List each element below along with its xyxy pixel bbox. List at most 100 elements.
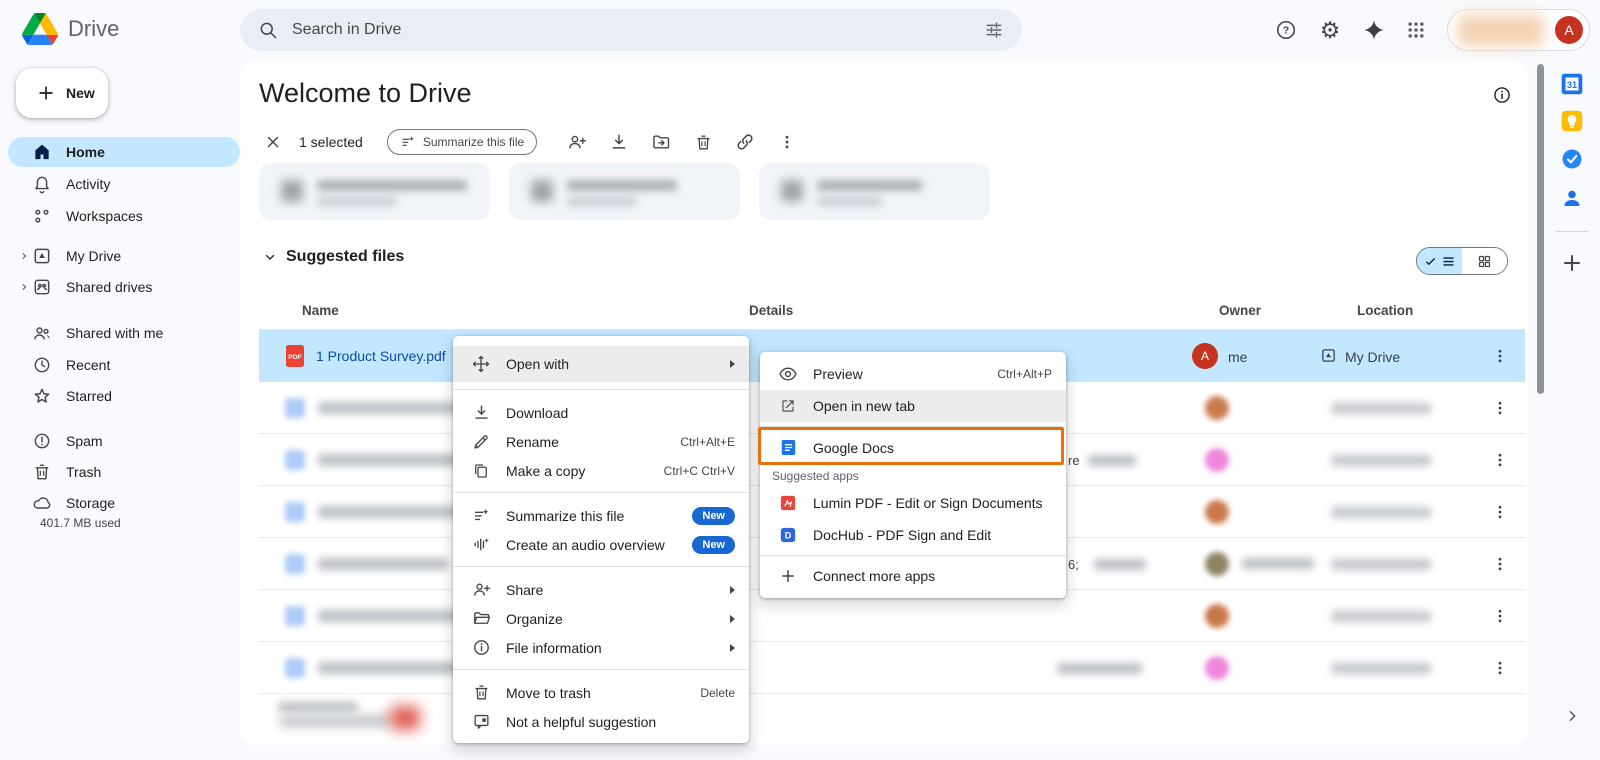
sidebar-item-recent[interactable]: Recent [8,350,240,380]
menu-item-not-helpful-suggestion[interactable]: Not a helpful suggestion [453,707,749,736]
grid-view-button[interactable] [1462,248,1507,274]
sidebar-item-storage[interactable]: Storage [8,488,240,518]
column-header-owner[interactable]: Owner [1219,303,1261,318]
sidebar-item-shared-drives[interactable]: Shared drives [8,272,240,302]
submenu-item-connect-more-apps[interactable]: Connect more apps [760,560,1066,592]
row-more-actions-button[interactable] [1488,396,1512,420]
row-more-actions-button[interactable] [1488,500,1512,524]
settings-button[interactable]: ⚙ [1310,10,1350,50]
row-more-actions-button[interactable] [1488,344,1512,368]
side-panel-tasks-button[interactable] [1560,147,1584,171]
submenu-arrow-icon [730,585,735,594]
row-more-actions-button[interactable] [1488,656,1512,680]
expand-chevron-icon[interactable] [19,282,29,292]
sidebar-item-my-drive[interactable]: My Drive [8,241,240,271]
sidebar-item-activity[interactable]: Activity [8,169,240,199]
menu-item-organize[interactable]: Organize [453,604,749,633]
trash-icon [32,462,52,482]
suggested-files-header[interactable]: Suggested files [263,248,404,266]
context-menu: Open with Download Rename Ctrl+Alt+E Mak… [453,336,749,743]
redacted-avatar [1205,604,1229,628]
sidebar-item-home[interactable]: Home [8,137,240,167]
chevron-right-icon [1564,708,1580,724]
table-row[interactable] [259,694,1525,745]
menu-item-create-audio-overview[interactable]: Create an audio overview New [453,530,749,559]
suggested-file-card[interactable] [259,163,490,220]
help-button[interactable]: ? [1266,10,1306,50]
side-panel-contacts-button[interactable] [1560,186,1584,210]
redacted-file-icon [285,606,305,626]
search-bar[interactable] [240,9,1022,51]
google-apps-button[interactable] [1396,10,1436,50]
menu-item-download[interactable]: Download [453,398,749,427]
suggested-file-card[interactable] [509,163,740,220]
row-more-actions-button[interactable] [1488,448,1512,472]
avatar[interactable]: A [1555,16,1583,44]
side-panel-keep-button[interactable] [1559,108,1585,134]
redacted-file-icon [390,706,420,730]
sidebar-item-starred[interactable]: Starred [8,381,240,411]
clear-selection-button[interactable] [259,128,287,156]
copy-link-button[interactable] [731,128,759,156]
new-button[interactable]: New [16,68,108,118]
suggested-file-card[interactable] [759,163,990,220]
menu-item-summarize-this-file[interactable]: Summarize this file New [453,501,749,530]
gemini-button[interactable] [1354,10,1394,50]
menu-item-rename[interactable]: Rename Ctrl+Alt+E [453,427,749,456]
redacted-account-name [1458,15,1544,46]
new-button-label: New [66,85,95,101]
menu-item-share[interactable]: Share [453,575,749,604]
hide-side-panel-button[interactable] [1564,708,1580,724]
column-header-details[interactable]: Details [749,303,793,318]
download-button[interactable] [605,128,633,156]
row-more-actions-button[interactable] [1488,604,1512,628]
close-icon [264,133,282,151]
sidebar-item-workspaces[interactable]: Workspaces [8,201,240,231]
menu-item-open-with[interactable]: Open with [453,346,749,382]
sidebar-item-trash[interactable]: Trash [8,457,240,487]
info-button[interactable] [1492,85,1512,105]
move-to-folder-button[interactable] [647,128,675,156]
column-header-name[interactable]: Name [302,303,339,318]
sidebar-item-spam[interactable]: Spam [8,426,240,456]
open-in-new-icon [778,396,798,416]
side-panel-calendar-button[interactable]: 31 [1559,71,1585,97]
submenu-item-dochub[interactable]: D DocHub - PDF Sign and Edit [760,519,1066,551]
more-actions-button[interactable] [773,128,801,156]
summarize-file-button[interactable]: Summarize this file [386,129,538,155]
submenu-item-google-docs[interactable]: Google Docs [760,431,1066,464]
submenu-item-open-in-new-tab[interactable]: Open in new tab [760,390,1066,422]
get-add-ons-button[interactable] [1560,251,1584,275]
plus-icon [36,83,56,103]
redacted-avatar [1205,396,1229,420]
trash-button[interactable] [689,128,717,156]
list-view-button[interactable] [1417,248,1462,274]
sidebar-item-shared-with-me[interactable]: Shared with me [8,318,240,348]
lumin-pdf-icon [778,493,798,513]
redacted-text [1057,663,1142,674]
search-input[interactable] [292,21,984,39]
redacted-text [817,180,922,191]
redacted-text [317,197,397,206]
search-options-icon[interactable] [984,20,1004,40]
menu-item-file-information[interactable]: File information [453,633,749,662]
submenu-item-lumin-pdf[interactable]: Lumin PDF - Edit or Sign Documents [760,487,1066,519]
column-header-location[interactable]: Location [1357,303,1413,318]
menu-item-make-a-copy[interactable]: Make a copy Ctrl+C Ctrl+V [453,456,749,485]
calendar-icon: 31 [1559,71,1585,97]
menu-item-move-to-trash[interactable]: Move to trash Delete [453,678,749,707]
my-drive-icon [32,246,52,266]
expand-chevron-icon[interactable] [19,251,29,261]
submenu-item-preview[interactable]: Preview Ctrl+Alt+P [760,358,1066,390]
redacted-text [567,180,677,191]
redacted-text [1088,455,1136,466]
redacted-text [817,197,882,206]
account-pill[interactable]: A [1447,9,1590,51]
share-button[interactable] [563,128,591,156]
drive-logo[interactable]: Drive [22,13,119,45]
pdf-icon: PDF [286,345,304,367]
table-row[interactable] [259,642,1525,694]
row-more-actions-button[interactable] [1488,552,1512,576]
redacted-file-icon [285,398,305,418]
scrollbar[interactable] [1537,64,1544,394]
